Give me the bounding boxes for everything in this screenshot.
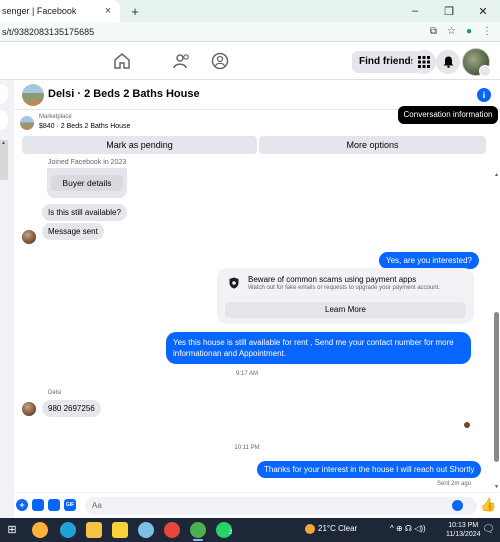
gif-icon[interactable]: GIF: [64, 499, 76, 511]
whatsapp-badge: 2: [229, 530, 233, 536]
left-panel-fragment: [0, 84, 8, 104]
message-incoming: Is this still available?: [42, 204, 127, 221]
message-outgoing: Yes, are you interested?: [379, 252, 479, 269]
browser-menu-icon[interactable]: ⋮: [482, 26, 492, 37]
bell-icon: [443, 56, 453, 68]
browser-tab[interactable]: senger | Facebook ×: [0, 0, 120, 22]
mark-as-pending-button[interactable]: Mark as pending: [22, 136, 257, 154]
plus-icon[interactable]: +: [16, 499, 28, 511]
scrollbar-thumb[interactable]: [494, 312, 499, 462]
emoji-icon[interactable]: [452, 500, 463, 511]
message-composer: + GIF Aa 👍: [14, 492, 500, 518]
url-field[interactable]: s/t/9382083135175685: [0, 27, 430, 37]
new-tab-button[interactable]: +: [124, 4, 146, 19]
buyer-details-button[interactable]: Buyer details: [51, 175, 123, 191]
weather-icon: [305, 524, 315, 534]
app-icon[interactable]: [32, 522, 48, 538]
window-controls: – ❐ ✕: [398, 0, 500, 22]
sticker-icon[interactable]: [48, 499, 60, 511]
weather-text[interactable]: 21°C Clear: [318, 524, 357, 533]
minimize-button[interactable]: –: [398, 5, 432, 17]
facebook-top-nav: Find friends: [0, 42, 500, 80]
chrome-icon[interactable]: [164, 522, 180, 538]
listing-price: $840 · 2 Beds 2 Baths House: [39, 123, 131, 130]
conversation-title[interactable]: Delsi · 2 Beds 2 Baths House: [48, 88, 200, 100]
sender-name: Delsi: [48, 390, 62, 396]
info-icon[interactable]: i: [477, 88, 491, 102]
app-icon[interactable]: [138, 522, 154, 538]
marketplace-label: Marketplace: [39, 114, 72, 120]
more-options-button[interactable]: More options: [259, 136, 486, 154]
scam-warning-subtitle: Watch out for fake emails or requests to…: [248, 285, 440, 291]
scroll-down-icon[interactable]: ▼: [494, 484, 499, 490]
left-scrollbar[interactable]: [0, 140, 8, 180]
message-outgoing: Thanks for your interest in the house I …: [257, 461, 482, 478]
buyer-info-card: Buyer details: [47, 168, 127, 198]
restore-button[interactable]: ❐: [432, 5, 466, 18]
tab-title: senger | Facebook: [2, 6, 77, 16]
groups-icon[interactable]: [210, 51, 230, 71]
chat-scrollbar[interactable]: ▲ ▼: [493, 172, 500, 490]
listing-small-thumbnail: [20, 116, 34, 130]
browser-profile-icon[interactable]: ●: [466, 26, 472, 37]
file-explorer-icon[interactable]: [86, 522, 102, 538]
left-panel-fragment: [0, 110, 8, 130]
system-tray-icons[interactable]: ^ ⊕ ☊ ◁)): [390, 524, 426, 533]
profile-avatar[interactable]: [462, 48, 491, 77]
chrome-active-icon[interactable]: [190, 522, 206, 538]
friends-icon[interactable]: [172, 51, 192, 71]
clock-time: 10:13 PM: [448, 522, 479, 529]
sent-status: Sent 2m ago: [437, 481, 472, 487]
message-incoming: 980 2697256: [42, 400, 101, 417]
conversation-info-tooltip: Conversation information: [398, 106, 498, 124]
message-input[interactable]: Aa: [85, 497, 477, 515]
browser-tabstrip: senger | Facebook × + – ❐ ✕: [0, 0, 500, 22]
edge-icon[interactable]: [60, 522, 76, 538]
conversation-panel: Delsi · 2 Beds 2 Baths House i Conversat…: [14, 80, 500, 518]
photo-icon[interactable]: [32, 499, 44, 511]
shield-icon: [229, 277, 239, 289]
menu-grid-button[interactable]: [412, 50, 436, 74]
seen-indicator-avatar: [464, 422, 470, 428]
message-outgoing-long: Yes this house is still available for re…: [166, 332, 471, 364]
learn-more-button[interactable]: Learn More: [225, 302, 466, 318]
tab-close-icon[interactable]: ×: [102, 5, 114, 17]
timestamp: 10:11 PM: [234, 445, 260, 451]
joined-facebook-text: Joined Facebook in 2023: [48, 159, 127, 166]
scam-warning-card: Beware of common scams using payment app…: [217, 268, 474, 324]
close-window-button[interactable]: ✕: [466, 5, 500, 18]
active-app-indicator: [193, 539, 203, 541]
scam-warning-title: Beware of common scams using payment app…: [248, 275, 417, 284]
windows-taskbar: ⊞ 2 21°C Clear ^ ⊕ ☊ ◁)) 10:13 PM 11/13/…: [0, 518, 500, 542]
message-line: informationan and Appointment.: [173, 349, 286, 358]
install-app-icon[interactable]: ⧉: [430, 26, 437, 37]
contact-avatar[interactable]: [22, 402, 36, 416]
clock-date: 11/13/2024: [446, 531, 481, 538]
address-bar-icons: ⧉ ☆ ● ⋮: [430, 26, 500, 37]
notification-icon[interactable]: 🗨: [482, 524, 495, 535]
clock[interactable]: 10:13 PM 11/13/2024: [446, 521, 481, 539]
notifications-button[interactable]: [436, 50, 460, 74]
listing-thumbnail[interactable]: [22, 84, 44, 106]
home-icon[interactable]: [112, 51, 132, 71]
bookmark-star-icon[interactable]: ☆: [447, 26, 456, 37]
sticky-notes-icon[interactable]: [112, 522, 128, 538]
task-view-icon[interactable]: ⊞: [4, 522, 20, 538]
contact-avatar[interactable]: [22, 230, 36, 244]
address-bar: s/t/9382083135175685 ⧉ ☆ ● ⋮: [0, 22, 500, 42]
message-line: Yes this house is still available for re…: [173, 338, 454, 347]
scroll-up-icon[interactable]: ▲: [494, 172, 499, 178]
message-incoming: Message sent: [42, 223, 104, 240]
thumbs-up-icon[interactable]: 👍: [480, 497, 496, 513]
menu-grid-icon: [418, 56, 430, 68]
timestamp: 9:17 AM: [235, 371, 258, 377]
